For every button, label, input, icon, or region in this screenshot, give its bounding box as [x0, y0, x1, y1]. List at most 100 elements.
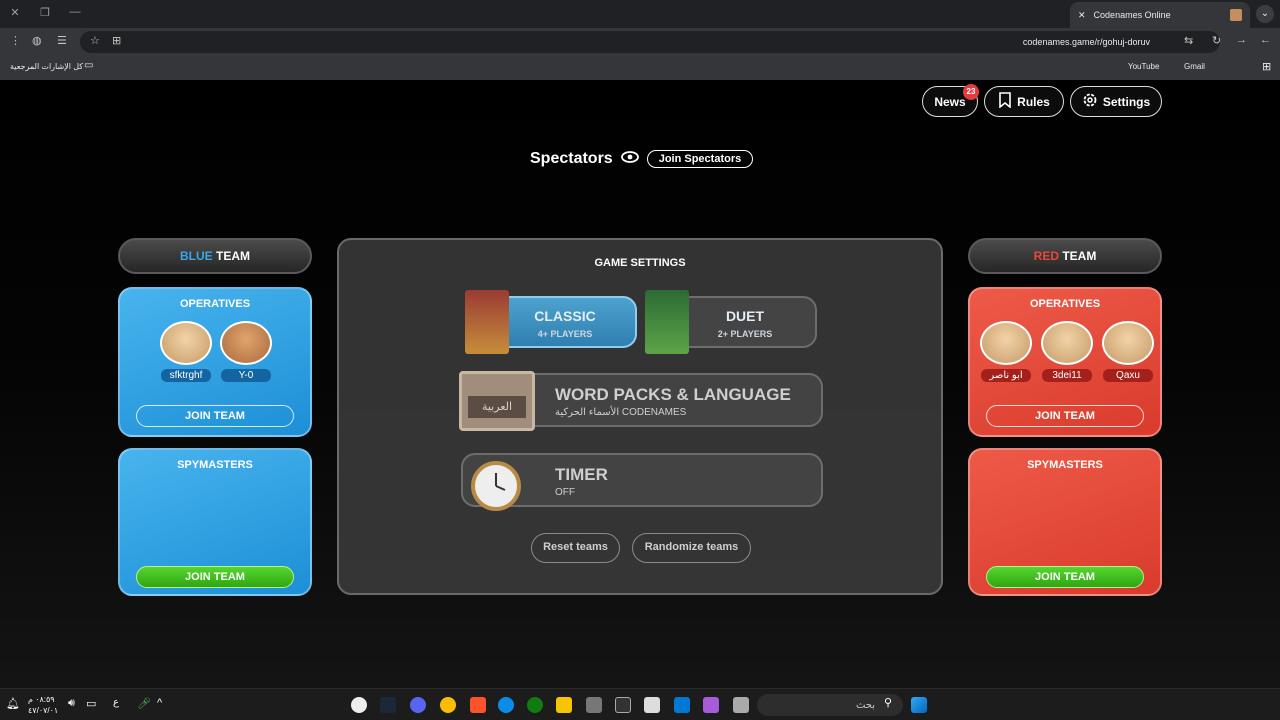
search-icon: ⚲	[884, 697, 893, 709]
extension-icon[interactable]: ◍	[32, 34, 42, 47]
bookmarks-folder[interactable]: كل الإشارات المرجعية	[10, 62, 83, 71]
start-windows-icon[interactable]	[911, 697, 927, 713]
menu-icon[interactable]: ⋮	[10, 34, 21, 47]
classic-box-image	[465, 290, 509, 354]
blue-team-header: BLUE TEAM	[118, 238, 312, 274]
settings-button[interactable]: Settings	[1070, 86, 1162, 117]
blue-spymasters-label: SPYMASTERS	[177, 459, 253, 471]
red-operative-player[interactable]: 3dei11	[1039, 321, 1095, 383]
mail-icon[interactable]	[674, 697, 690, 713]
minimize-window-icon[interactable]: —	[66, 6, 84, 22]
bookmark-youtube[interactable]: YouTube	[1128, 62, 1159, 71]
red-operative-player[interactable]: Qaxu	[1100, 321, 1156, 383]
brave-icon[interactable]	[470, 697, 486, 713]
player-name: 3dei11	[1042, 369, 1092, 382]
avatar	[220, 321, 272, 365]
app-icon[interactable]	[586, 697, 602, 713]
taskbar: ٠٨:٥٩ م ٤٧/٠٧/٠١ 🔔︎ 🔊︎ ▭ ع 🎤︎ ^ بحث ⚲	[0, 688, 1280, 720]
timer-sub: OFF	[555, 487, 575, 498]
blue-team-title-colored: BLUE	[179, 249, 213, 263]
bookmark-star-icon[interactable]: ☆	[90, 34, 100, 47]
avatar	[1041, 321, 1093, 365]
site-settings-icon[interactable]: ☰	[57, 34, 67, 47]
close-tab-icon[interactable]: ✕	[1078, 10, 1086, 21]
stopwatch-icon	[471, 461, 521, 511]
news-button[interactable]: News 23	[922, 84, 979, 117]
blue-spymasters-card: SPYMASTERS JOIN TEAM	[118, 448, 312, 596]
restore-window-icon[interactable]: ❐	[36, 6, 54, 22]
news-count-badge: 23	[963, 84, 979, 100]
red-operatives-label: OPERATIVES	[1029, 298, 1101, 310]
app-icon[interactable]	[615, 697, 631, 713]
browser-titlebar: ✕ ❐ — + ✕ Codenames Online ⌄	[0, 0, 1280, 28]
tab-search-icon[interactable]: ⌄	[1256, 5, 1274, 23]
language-indicator[interactable]: ع	[113, 697, 129, 713]
player-name: Qaxu	[1103, 369, 1153, 382]
rules-button[interactable]: Rules	[984, 86, 1064, 117]
steam-icon[interactable]	[380, 697, 396, 713]
gear-icon	[1082, 92, 1098, 111]
join-spectators-button[interactable]: Join Spectators	[646, 150, 754, 168]
bookmark-gmail[interactable]: Gmail	[1184, 62, 1205, 71]
duet-box-image	[645, 290, 689, 354]
blue-operatives-join-button[interactable]: JOIN TEAM	[136, 405, 294, 427]
reload-icon[interactable]: ↻	[1212, 34, 1221, 47]
blue-operative-player[interactable]: sfktrghf	[158, 321, 214, 383]
blue-spymasters-join-button[interactable]: JOIN TEAM	[136, 566, 294, 588]
red-operative-player[interactable]: ابو ناصر	[978, 321, 1034, 383]
back-icon[interactable]: ←	[1260, 34, 1271, 46]
address-bar[interactable]: codenames.game/r/gohuj-doruv	[80, 31, 1220, 53]
blue-operative-player[interactable]: Y-0	[218, 321, 274, 383]
red-team-header: RED TEAM	[968, 238, 1162, 274]
taskbar-search[interactable]: بحث	[757, 694, 903, 716]
task-view-icon[interactable]	[733, 697, 749, 713]
player-name: ابو ناصر	[981, 369, 1031, 382]
tune-icon[interactable]: ⇆	[1184, 34, 1193, 47]
spectators-section: Spectators Join Spectators	[530, 150, 754, 168]
url-text: codenames.game/r/gohuj-doruv	[1022, 37, 1150, 47]
copilot-icon[interactable]	[703, 697, 719, 713]
blue-operatives-card: OPERATIVES sfktrghf Y-0 JOIN TEAM	[118, 287, 312, 437]
red-operatives-join-button[interactable]: JOIN TEAM	[986, 405, 1144, 427]
classic-title: CLASSIC	[534, 308, 596, 324]
taskbar-clock[interactable]: ٠٨:٥٩ م ٤٧/٠٧/٠١	[28, 694, 58, 716]
xbox-icon[interactable]	[527, 697, 543, 713]
red-spymasters-card: SPYMASTERS JOIN TEAM	[968, 448, 1162, 596]
avatar	[160, 321, 212, 365]
taskbar-time: ٠٨:٥٩ م	[28, 695, 55, 704]
news-label: News	[934, 94, 966, 109]
file-explorer-icon[interactable]	[556, 697, 572, 713]
store-icon[interactable]	[644, 697, 660, 713]
apps-grid-icon[interactable]: ⊞	[1262, 60, 1271, 73]
translate-icon[interactable]: ⊞	[112, 34, 121, 47]
browser-tab[interactable]: ✕ Codenames Online	[1070, 2, 1250, 28]
classic-mode-option[interactable]: CLASSIC 4+ PLAYERS	[465, 290, 637, 354]
app-icon[interactable]	[351, 697, 367, 713]
red-spymasters-join-button[interactable]: JOIN TEAM	[986, 566, 1144, 588]
notification-bell-icon[interactable]: 🔔︎	[6, 697, 22, 713]
forward-icon[interactable]: →	[1236, 34, 1247, 46]
discord-icon[interactable]	[410, 697, 426, 713]
word-packs-sub: الأسماء الحركية CODENAMES	[555, 407, 687, 418]
avatar	[1102, 321, 1154, 365]
reset-teams-button[interactable]: Reset teams	[531, 533, 620, 563]
game-settings-panel: GAME SETTINGS CLASSIC 4+ PLAYERS DUET 2+…	[337, 238, 943, 595]
tray-chevron-icon[interactable]: ^	[157, 697, 173, 713]
duet-mode-option[interactable]: DUET 2+ PLAYERS	[645, 290, 817, 354]
bookmarks-bar: كل الإشارات المرجعية ▭ YouTube Gmail ⊞	[0, 56, 1280, 80]
edge-icon[interactable]	[498, 697, 514, 713]
close-window-icon[interactable]: ✕	[6, 6, 24, 22]
search-placeholder: بحث	[855, 699, 875, 711]
word-packs-option[interactable]: العربية WORD PACKS & LANGUAGE الأسماء ال…	[459, 371, 823, 431]
microphone-icon[interactable]: 🎤︎	[137, 697, 153, 713]
spectators-label: Spectators	[530, 150, 613, 167]
red-team-title-colored: RED	[1033, 249, 1059, 263]
volume-icon[interactable]: 🔊︎	[68, 697, 84, 713]
chrome-icon[interactable]	[440, 697, 456, 713]
red-team-title-rest: TEAM	[1059, 249, 1097, 263]
browser-toolbar: codenames.game/r/gohuj-doruv	[0, 28, 1280, 56]
randomize-teams-button[interactable]: Randomize teams	[632, 533, 751, 563]
timer-option[interactable]: TIMER OFF	[461, 453, 823, 511]
network-icon[interactable]: ▭	[86, 697, 102, 713]
taskbar-date: ٤٧/٠٧/٠١	[28, 706, 59, 715]
